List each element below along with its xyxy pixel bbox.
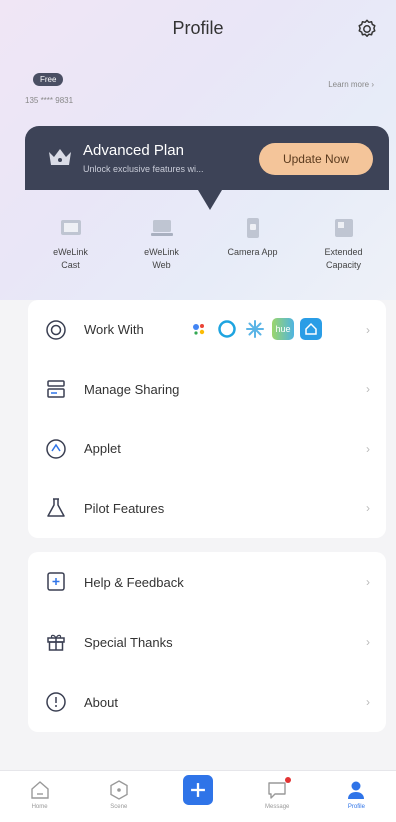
quick-action-camera-app[interactable]: Camera App: [207, 216, 298, 288]
quick-action-label: Camera App: [227, 247, 278, 257]
crown-icon: [49, 149, 71, 165]
tab-scene[interactable]: Scene: [79, 771, 158, 822]
update-now-button[interactable]: Update Now: [259, 143, 373, 175]
menu-item-pilot-features[interactable]: Pilot Features ›: [28, 479, 386, 539]
tab-profile[interactable]: Profile: [317, 771, 396, 822]
camera-app-icon: [246, 218, 259, 238]
web-icon: [150, 220, 173, 236]
quick-action-label: eWeLink Web: [144, 247, 179, 270]
account-id: 135 **** 9831: [25, 96, 74, 105]
menu-item-applet[interactable]: Applet ›: [28, 419, 386, 479]
tab-label: Scene: [110, 804, 128, 810]
message-icon: [268, 782, 286, 799]
add-icon: [183, 775, 213, 805]
menu-item-label: Help & Feedback: [84, 574, 184, 590]
gear-icon[interactable]: [356, 18, 378, 40]
tab-message[interactable]: Message: [238, 771, 317, 822]
sharing-icon: [47, 380, 65, 398]
quick-action-extended-capacity[interactable]: Extended Capacity: [298, 216, 389, 288]
quick-action-ewelink-cast[interactable]: eWeLink Cast: [25, 216, 116, 288]
plan-description: Unlock exclusive features wi...: [83, 164, 204, 174]
menu-item-label: About: [84, 694, 118, 710]
menu-item-about[interactable]: About ›: [28, 672, 386, 732]
flask-icon: [47, 498, 65, 517]
chevron-right-icon: ›: [366, 695, 370, 709]
plan-badge: Free: [33, 73, 64, 86]
scene-icon: [110, 780, 128, 800]
applet-icon: [46, 439, 66, 459]
hue-icon: hue: [272, 318, 294, 340]
menu-item-label: Special Thanks: [84, 634, 173, 650]
chevron-right-icon: ›: [369, 80, 374, 89]
top-bar: Profile: [0, 0, 396, 60]
homekit-icon: [300, 318, 322, 340]
notification-dot: [285, 777, 292, 783]
home-icon: [30, 781, 49, 799]
chevron-right-icon: ›: [366, 635, 370, 649]
learn-more-link[interactable]: Learn more ›: [328, 80, 374, 89]
plan-name: Advanced Plan: [83, 142, 184, 159]
chevron-right-icon: ›: [366, 322, 370, 337]
tab-add[interactable]: [158, 771, 237, 822]
bottom-tab-bar: Home Scene Message Profile: [0, 770, 396, 822]
menu-item-work-with[interactable]: Work With hue ›: [28, 300, 386, 360]
work-with-integrations: hue: [188, 318, 322, 340]
menu-item-manage-sharing[interactable]: Manage Sharing ›: [28, 360, 386, 420]
help-icon: [47, 572, 65, 591]
cast-icon: [60, 220, 81, 235]
menu-item-label: Manage Sharing: [84, 381, 180, 397]
alexa-icon: [216, 318, 238, 340]
quick-action-label: eWeLink Cast: [53, 247, 88, 270]
work-with-icon: [46, 320, 66, 340]
tab-home[interactable]: Home: [0, 771, 79, 822]
learn-more-label: Learn more: [328, 80, 370, 89]
tab-label: Message: [265, 804, 290, 810]
tab-label: Profile: [347, 804, 365, 810]
chevron-right-icon: ›: [366, 575, 370, 589]
quick-action-ewelink-web[interactable]: eWeLink Web: [116, 216, 207, 288]
menu-item-help-feedback[interactable]: Help & Feedback ›: [28, 552, 386, 612]
quick-actions: eWeLink Cast eWeLink Web Camera App Exte…: [25, 216, 389, 288]
menu-item-label: Work With: [84, 322, 144, 338]
google-assistant-icon: [188, 318, 210, 340]
hue-icon-text: hue: [275, 324, 291, 334]
menu-item-label: Applet: [84, 441, 121, 457]
page-title: Profile: [172, 18, 224, 38]
tab-label: Home: [31, 804, 48, 810]
menu-item-label: Pilot Features: [84, 500, 165, 516]
info-icon: [46, 692, 66, 712]
menu-item-special-thanks[interactable]: Special Thanks ›: [28, 612, 386, 672]
quick-action-label: Extended Capacity: [324, 247, 363, 270]
secondary-menu-card: Help & Feedback › Special Thanks › About…: [28, 552, 386, 732]
chevron-right-icon: ›: [366, 441, 370, 456]
gift-icon: [47, 634, 65, 651]
chevron-right-icon: ›: [366, 501, 370, 516]
profile-icon: [348, 781, 365, 799]
plan-card-pointer: [198, 190, 222, 210]
primary-menu-card: Work With hue › Manage Sharing › Applet …: [28, 300, 386, 538]
chevron-right-icon: ›: [366, 382, 370, 397]
smartthings-icon: [244, 318, 266, 340]
advanced-plan-card[interactable]: Advanced Plan Unlock exclusive features …: [25, 126, 389, 190]
capacity-icon: [334, 219, 353, 237]
